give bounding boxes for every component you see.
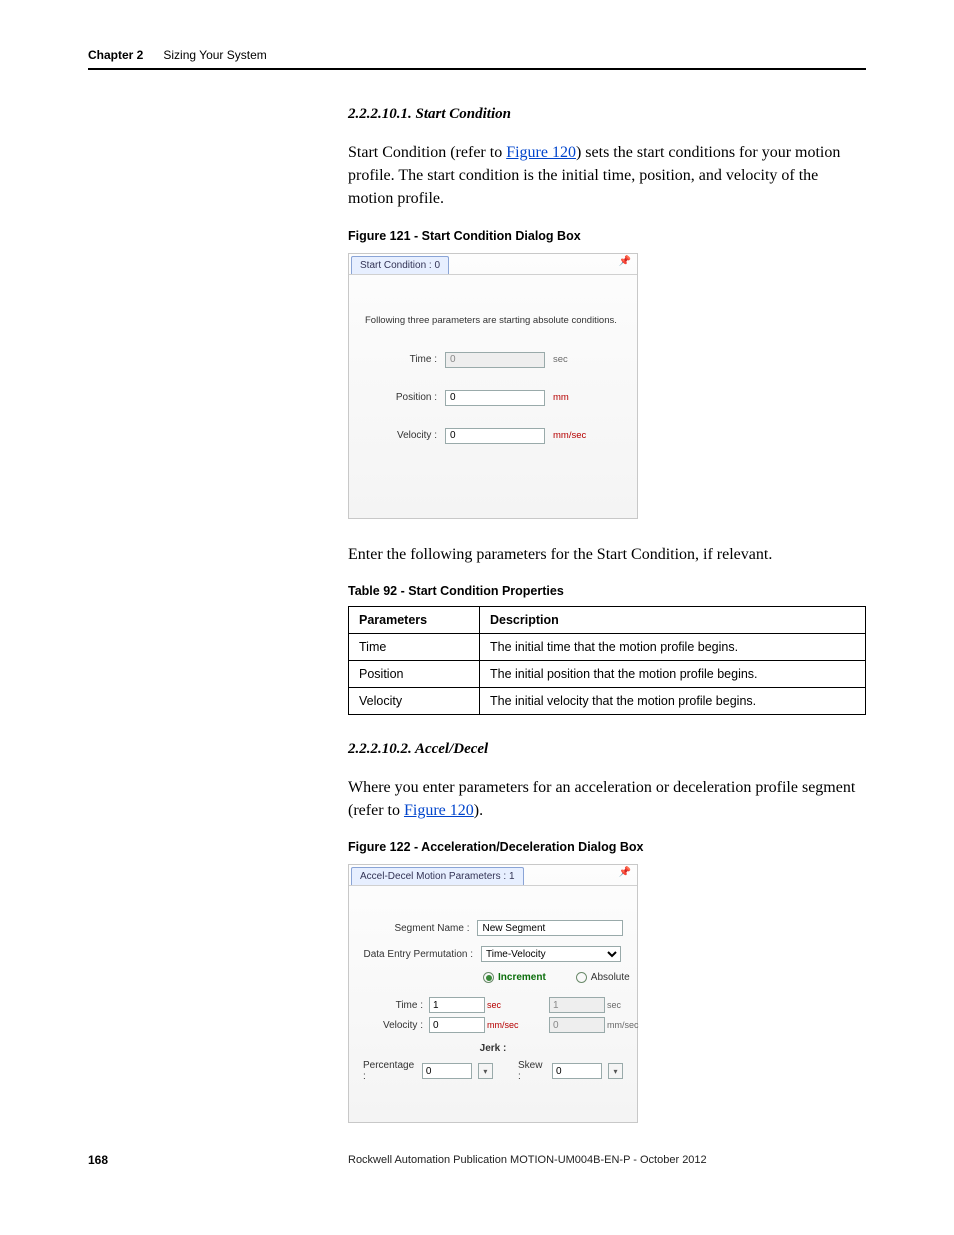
time-label: Time :: [365, 354, 437, 365]
start-condition-instruction: Enter the following parameters for the S…: [348, 543, 866, 566]
time-absolute-input: [549, 997, 605, 1013]
running-head: Chapter 2 Sizing Your System: [88, 48, 866, 70]
cell-desc: The initial velocity that the motion pro…: [480, 687, 866, 714]
velocity-absolute-input: [549, 1017, 605, 1033]
figure-120-link-2[interactable]: Figure 120: [404, 802, 474, 819]
table-header-parameters: Parameters: [349, 606, 480, 633]
chapter-title: Sizing Your System: [163, 48, 266, 62]
time-unit: sec: [487, 1000, 529, 1010]
time-unit-abs: sec: [607, 1000, 649, 1010]
time-label: Time :: [363, 1000, 423, 1011]
text: ).: [474, 802, 483, 819]
table-92-caption: Table 92 - Start Condition Properties: [348, 584, 866, 598]
skew-input[interactable]: [552, 1063, 602, 1079]
table-row: Position The initial position that the m…: [349, 660, 866, 687]
velocity-label: Velocity :: [365, 430, 437, 441]
increment-absolute-radiogroup: Increment Absolute: [483, 972, 623, 983]
velocity-increment-input[interactable]: [429, 1017, 485, 1033]
text: Start Condition (refer to: [348, 144, 506, 161]
increment-label: Increment: [498, 972, 546, 983]
figure-121-caption: Figure 121 - Start Condition Dialog Box: [348, 229, 866, 243]
chapter-label: Chapter 2: [88, 48, 143, 62]
radio-dot-icon: [483, 972, 494, 983]
pin-icon[interactable]: 📌: [613, 865, 637, 885]
dialog-tab[interactable]: Start Condition : 0: [351, 256, 449, 274]
position-input[interactable]: [445, 390, 545, 406]
cell-param: Velocity: [349, 687, 480, 714]
start-condition-paragraph: Start Condition (refer to Figure 120) se…: [348, 141, 866, 211]
velocity-unit: mm/sec: [553, 430, 586, 441]
start-condition-properties-table: Parameters Description Time The initial …: [348, 606, 866, 715]
increment-radio[interactable]: Increment: [483, 972, 546, 983]
table-row: Time The initial time that the motion pr…: [349, 633, 866, 660]
page-number: 168: [88, 1153, 348, 1167]
segment-name-input[interactable]: [477, 920, 623, 936]
section-heading-accel-decel: 2.2.2.10.2. Accel/Decel: [348, 741, 866, 758]
accel-decel-paragraph: Where you enter parameters for an accele…: [348, 776, 866, 822]
velocity-unit-abs: mm/sec: [607, 1020, 649, 1030]
table-header-description: Description: [480, 606, 866, 633]
segment-name-label: Segment Name :: [363, 923, 469, 934]
velocity-input[interactable]: [445, 428, 545, 444]
position-unit: mm: [553, 392, 569, 403]
start-condition-dialog: Start Condition : 0 📌 Following three pa…: [348, 253, 638, 519]
dialog-note: Following three parameters are starting …: [365, 315, 621, 326]
absolute-radio[interactable]: Absolute: [576, 972, 630, 983]
figure-120-link[interactable]: Figure 120: [506, 144, 576, 161]
publication-info: Rockwell Automation Publication MOTION-U…: [348, 1154, 707, 1166]
page-footer: 168 Rockwell Automation Publication MOTI…: [88, 1153, 866, 1167]
radio-dot-icon: [576, 972, 587, 983]
jerk-label: Jerk :: [363, 1043, 623, 1054]
time-unit: sec: [553, 354, 568, 365]
cell-desc: The initial time that the motion profile…: [480, 633, 866, 660]
absolute-label: Absolute: [591, 972, 630, 983]
section-heading-start-condition: 2.2.2.10.1. Start Condition: [348, 106, 866, 123]
velocity-unit: mm/sec: [487, 1020, 529, 1030]
permutation-select[interactable]: Time-Velocity: [481, 946, 621, 962]
figure-122-caption: Figure 122 - Acceleration/Deceleration D…: [348, 840, 866, 854]
accel-decel-dialog: Accel-Decel Motion Parameters : 1 📌 Segm…: [348, 864, 638, 1123]
table-row: Velocity The initial velocity that the m…: [349, 687, 866, 714]
velocity-label: Velocity :: [363, 1020, 423, 1031]
cell-desc: The initial position that the motion pro…: [480, 660, 866, 687]
percentage-input[interactable]: [422, 1063, 472, 1079]
time-input[interactable]: [445, 352, 545, 368]
time-increment-input[interactable]: [429, 997, 485, 1013]
permutation-label: Data Entry Permutation :: [363, 949, 473, 960]
pin-icon[interactable]: 📌: [613, 254, 637, 274]
dialog-tab[interactable]: Accel-Decel Motion Parameters : 1: [351, 867, 524, 885]
percentage-label: Percentage :: [363, 1060, 416, 1082]
cell-param: Time: [349, 633, 480, 660]
chevron-down-icon[interactable]: ▾: [478, 1063, 493, 1079]
skew-label: Skew :: [518, 1060, 546, 1082]
chevron-down-icon[interactable]: ▾: [608, 1063, 623, 1079]
cell-param: Position: [349, 660, 480, 687]
position-label: Position :: [365, 392, 437, 403]
